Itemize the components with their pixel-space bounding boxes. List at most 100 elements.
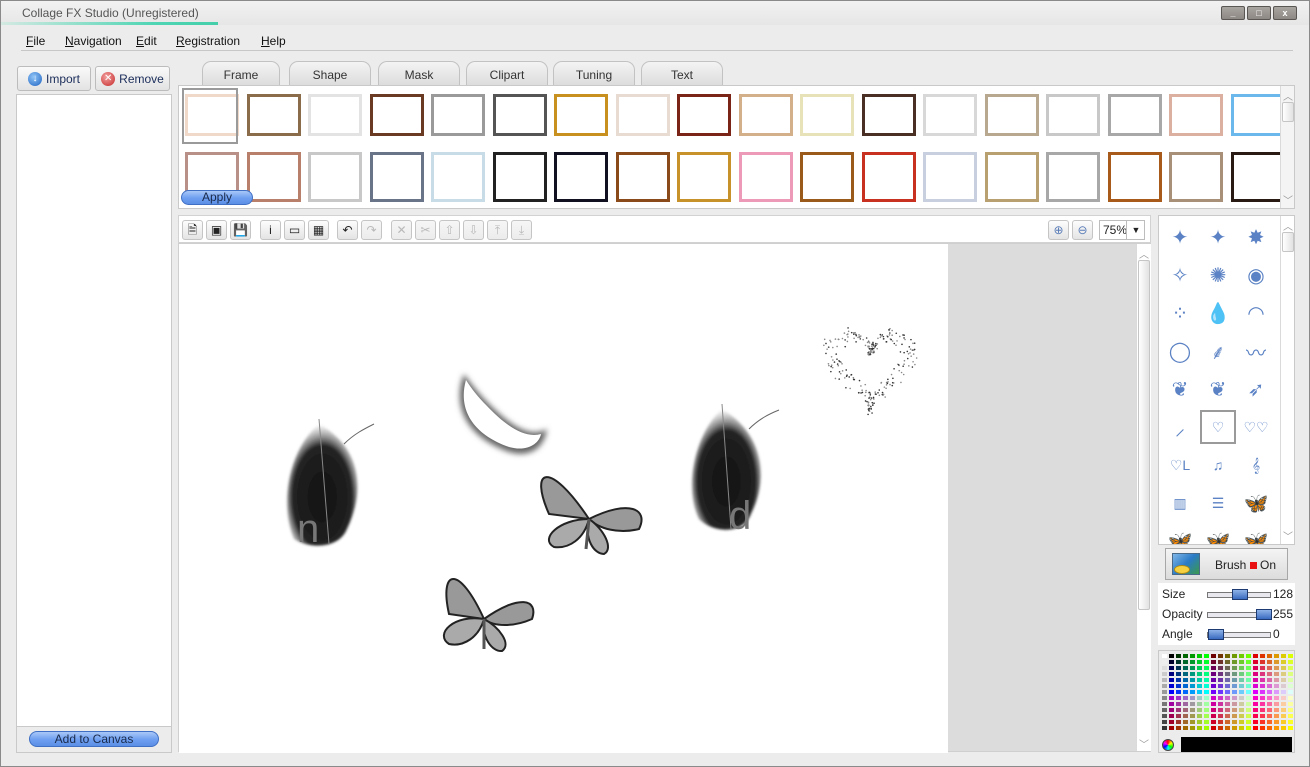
save-button[interactable]: 💾 (230, 220, 251, 240)
close-button[interactable]: x (1273, 6, 1297, 20)
frame-thumbnail[interactable] (308, 94, 362, 136)
color-swatch[interactable] (1196, 725, 1203, 731)
brush-water-drop[interactable]: 💧 (1200, 296, 1236, 330)
chevron-down-icon[interactable]: ▼ (1126, 221, 1145, 239)
frame-thumbnail[interactable] (615, 94, 670, 136)
frame-thumbnail[interactable] (923, 94, 977, 136)
apply-frame-button[interactable]: Apply (181, 190, 253, 205)
frame-thumbnail[interactable] (246, 152, 301, 202)
frame-thumbnail[interactable] (492, 94, 547, 136)
black-feather-right[interactable]: d (692, 403, 780, 538)
brush-feather-light[interactable]: ❦ (1200, 372, 1236, 406)
zoom-in-button[interactable]: ⊕ (1048, 220, 1069, 240)
frame-thumbnail[interactable] (677, 94, 731, 136)
frame-gallery-scroll-thumb[interactable] (1282, 102, 1294, 122)
frame-thumbnail[interactable] (554, 94, 608, 136)
collage-canvas[interactable]: n d (179, 244, 948, 753)
frame-thumbnail[interactable] (738, 94, 793, 136)
import-button[interactable]: ↓ Import (17, 66, 91, 91)
brush-music-notes[interactable]: ♫ (1200, 448, 1236, 482)
export-image-button[interactable]: ▦ (308, 220, 329, 240)
redo-button[interactable]: ↷ (361, 220, 382, 240)
brush-gallery-scrollbar[interactable]: ︿ ﹀ (1280, 216, 1294, 544)
tab-clipart[interactable]: Clipart (466, 61, 548, 86)
frame-thumbnail[interactable] (431, 94, 485, 136)
color-swatch[interactable] (1210, 725, 1217, 731)
brush-scatter-dots[interactable]: ⁘ (1162, 296, 1198, 330)
menu-navigation[interactable]: Navigation (65, 34, 122, 48)
brush-eight-point-star[interactable]: ✸ (1238, 220, 1274, 254)
frame-thumbnail[interactable] (308, 152, 362, 202)
color-swatch[interactable] (1245, 725, 1252, 731)
color-swatch[interactable] (1273, 725, 1280, 731)
delete-button[interactable]: ✕ (391, 220, 412, 240)
brush-love-script[interactable]: ♡L (1162, 448, 1198, 482)
remove-button[interactable]: ✕ Remove (95, 66, 170, 91)
open-folder-button[interactable]: ▣ (206, 220, 227, 240)
scroll-up-icon[interactable]: ︿ (1281, 88, 1294, 103)
brush-text-lines[interactable]: ☰ (1200, 486, 1236, 520)
white-feather[interactable] (459, 374, 547, 454)
brush-glow-dot[interactable]: ✺ (1200, 258, 1236, 292)
brush-water-bubble[interactable]: ◉ (1238, 258, 1274, 292)
color-swatch[interactable] (1217, 725, 1224, 731)
frame-thumbnail[interactable] (369, 152, 424, 202)
brush-double-heart[interactable]: ♡♡ (1238, 410, 1274, 444)
frame-thumbnail[interactable] (1169, 94, 1223, 136)
brush-oval-ring[interactable]: ◯ (1162, 334, 1198, 368)
photo-list[interactable] (16, 94, 172, 727)
brush-dotted-heart[interactable]: ♡ (1200, 410, 1236, 444)
color-swatch[interactable] (1224, 725, 1231, 731)
brush-feather-curve[interactable]: 〰 (1238, 334, 1274, 368)
frame-thumbnail[interactable] (800, 94, 854, 136)
scroll-down-icon[interactable]: ﹀ (1281, 528, 1294, 543)
zoom-level-select[interactable]: 75% ▼ (1099, 220, 1145, 240)
bring-forward-button[interactable]: ⇧ (439, 220, 460, 240)
canvas-scrollbar[interactable]: ︿ ﹀ (1136, 244, 1151, 751)
frame-gallery-scrollbar[interactable]: ︿ ﹀ (1280, 86, 1294, 208)
black-feather-left[interactable]: n (287, 418, 375, 551)
slider-handle[interactable] (1208, 629, 1224, 640)
frame-thumbnail[interactable] (923, 152, 977, 202)
brush-feather-thin[interactable]: ⸙ (1200, 334, 1236, 368)
current-color-swatch[interactable] (1181, 737, 1292, 752)
brush-butterfly-3[interactable]: 🦋 (1200, 524, 1236, 545)
color-swatch-grid[interactable] (1161, 653, 1294, 731)
scroll-down-icon[interactable]: ﹀ (1281, 192, 1294, 207)
maximize-button[interactable]: □ (1247, 6, 1271, 20)
brush-piano-keys[interactable]: ▥ (1162, 486, 1198, 520)
frame-thumbnail[interactable] (1046, 94, 1100, 136)
info-button[interactable]: i (260, 220, 281, 240)
brush-butterfly-2[interactable]: 🦋 (1162, 524, 1198, 545)
color-swatch[interactable] (1252, 725, 1259, 731)
zoom-out-button[interactable]: ⊖ (1072, 220, 1093, 240)
color-swatch[interactable] (1266, 725, 1273, 731)
dotted-heart-brush-stroke[interactable] (823, 327, 918, 416)
color-swatch[interactable] (1203, 725, 1210, 731)
menu-edit[interactable]: Edit (136, 34, 157, 48)
color-swatch[interactable] (1189, 725, 1196, 731)
slider-track[interactable] (1207, 629, 1271, 640)
slider-track[interactable] (1207, 589, 1271, 600)
tab-mask[interactable]: Mask (378, 61, 460, 86)
frame-thumbnail[interactable] (1046, 152, 1100, 202)
send-to-back-button[interactable]: ⤓ (511, 220, 532, 240)
brush-feather-dense[interactable]: ❦ (1162, 372, 1198, 406)
frame-thumbnail[interactable] (1107, 94, 1162, 136)
add-to-canvas-button[interactable]: Add to Canvas (29, 731, 159, 747)
frame-thumbnail[interactable] (1169, 152, 1223, 202)
brush-square-sparkle[interactable]: ✦ (1162, 220, 1198, 254)
tab-text[interactable]: Text (641, 61, 723, 86)
color-swatch[interactable] (1161, 725, 1168, 731)
frame-thumbnail[interactable] (431, 152, 485, 202)
brush-treble-clef[interactable]: 𝄞 (1238, 448, 1274, 482)
undo-button[interactable]: ↶ (337, 220, 358, 240)
frame-thumbnail[interactable] (246, 94, 301, 136)
frame-thumbnail[interactable] (984, 152, 1039, 202)
brush-quill[interactable]: ➶ (1238, 372, 1274, 406)
frame-thumbnail[interactable] (1230, 152, 1285, 202)
slider-track[interactable] (1207, 609, 1272, 620)
color-swatch[interactable] (1182, 725, 1189, 731)
slider-handle[interactable] (1232, 589, 1249, 600)
menu-help[interactable]: Help (261, 34, 286, 48)
